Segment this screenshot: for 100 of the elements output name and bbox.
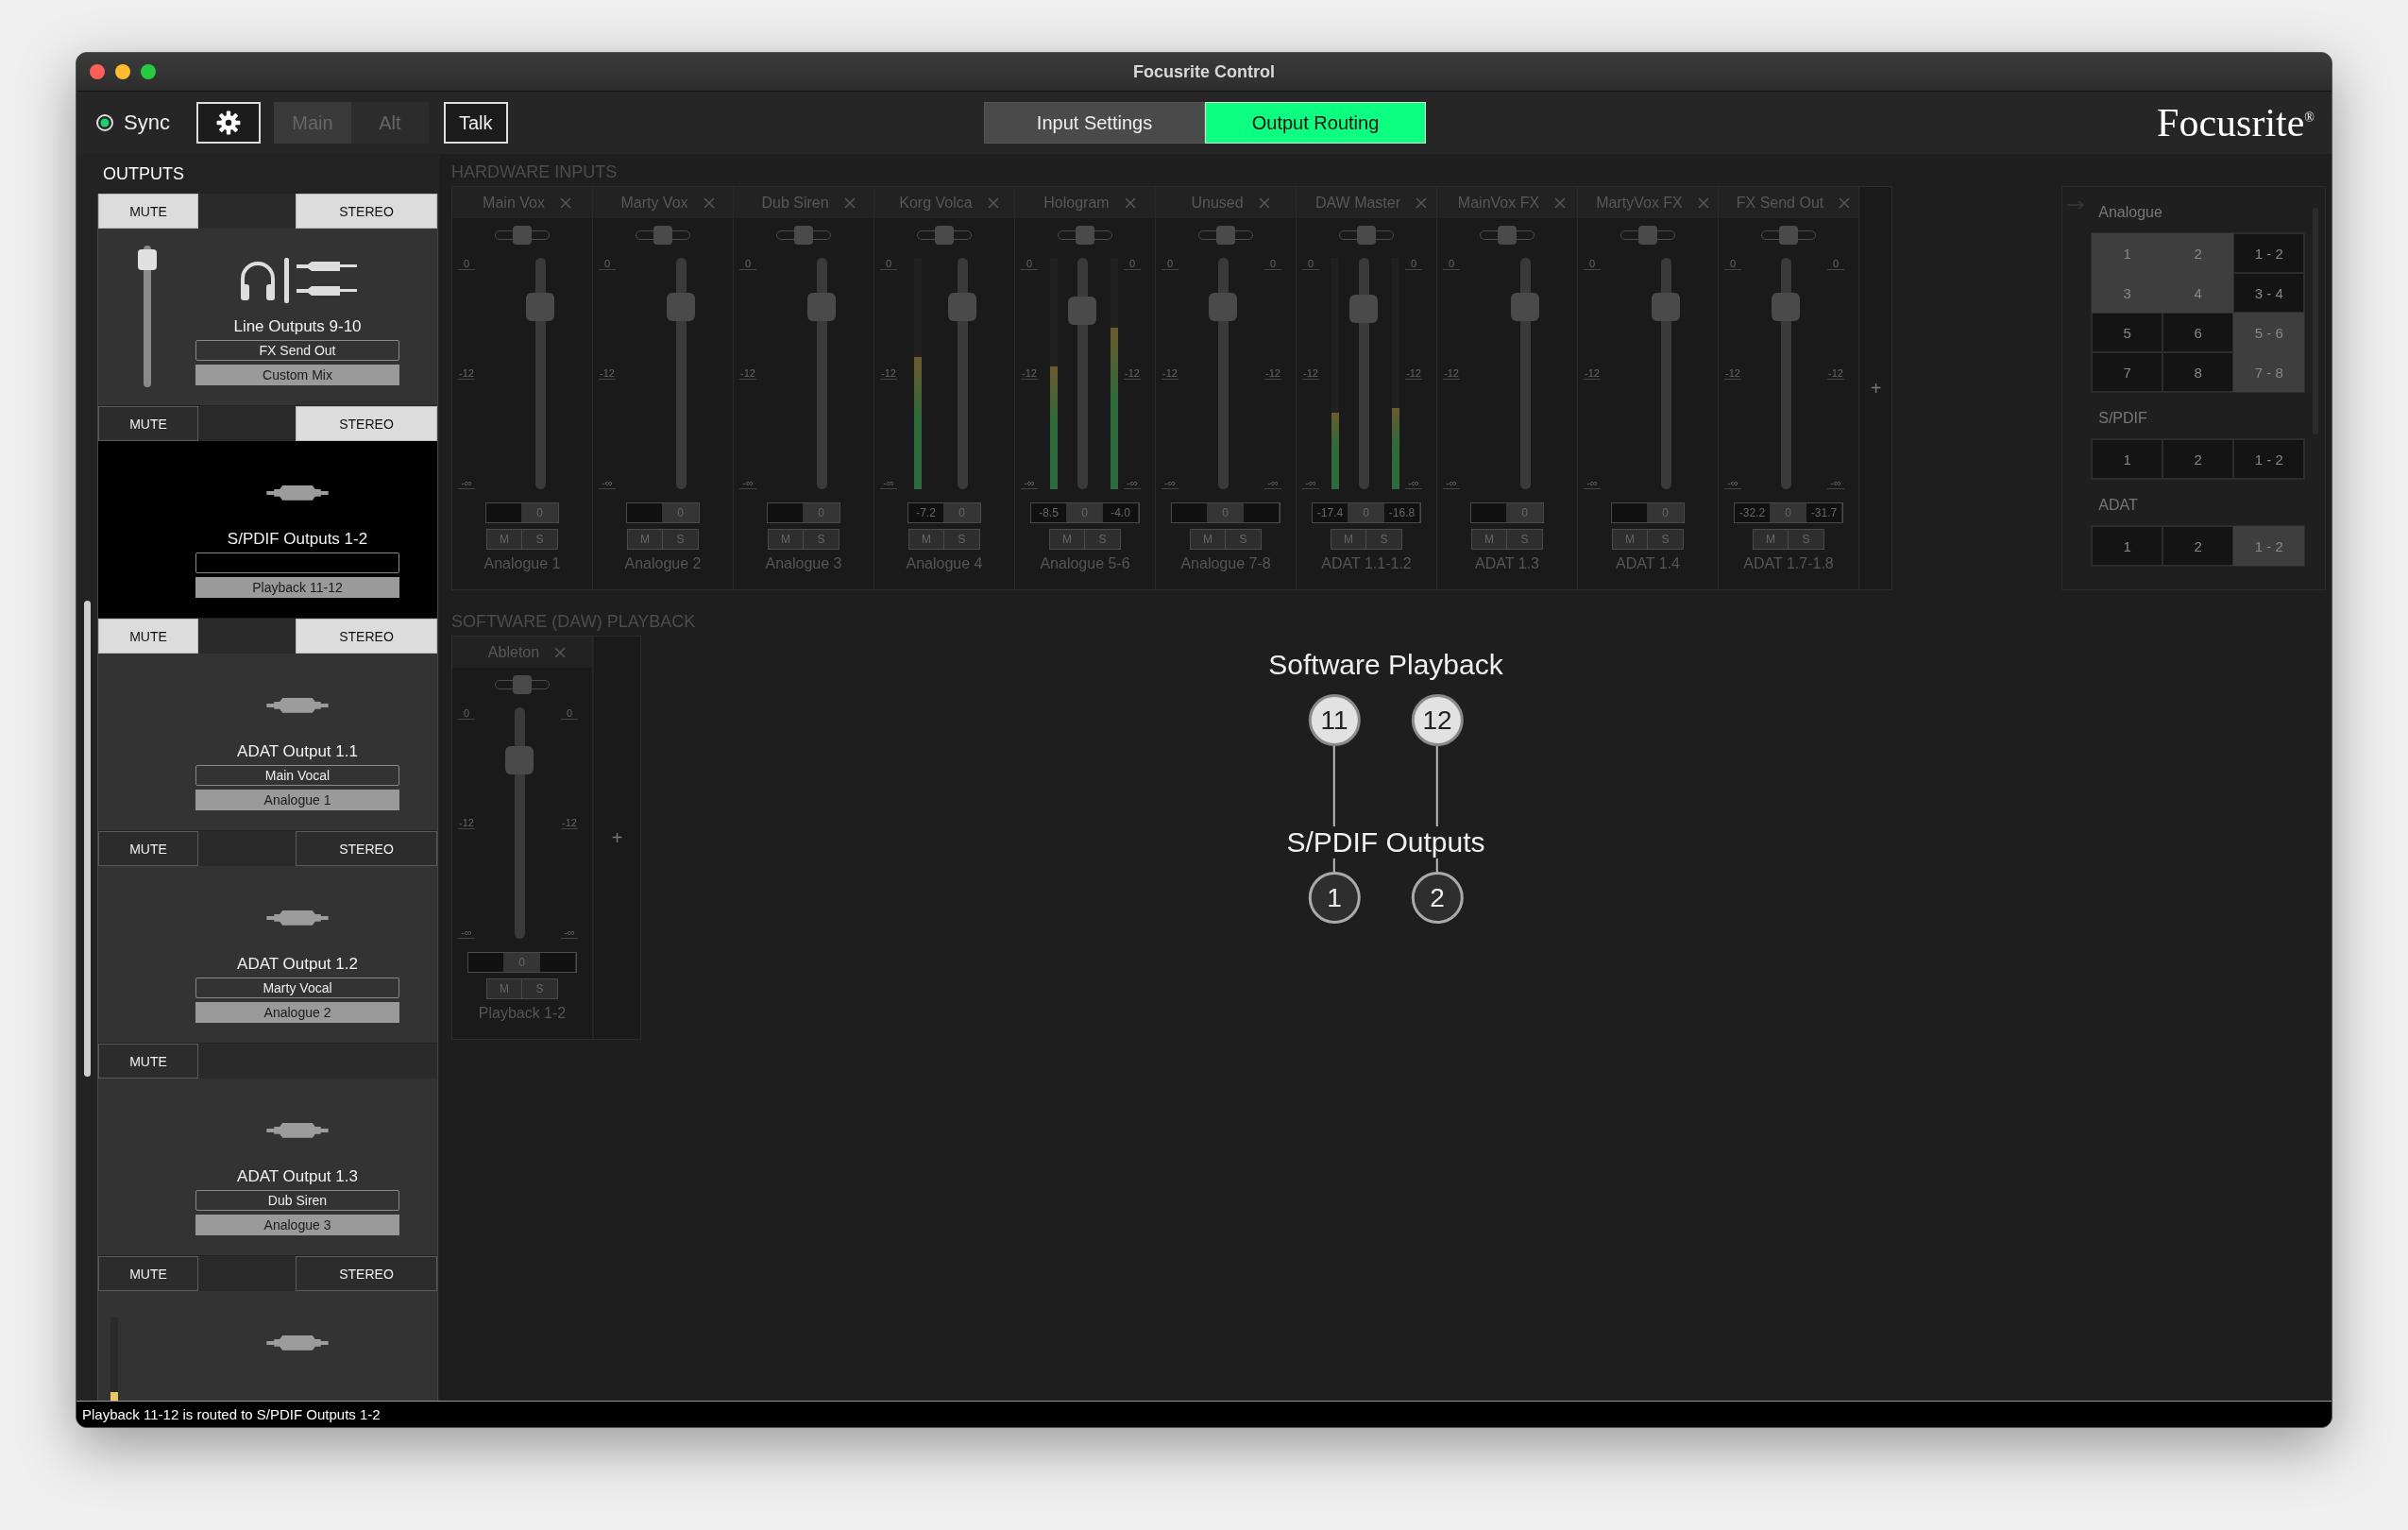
input-option[interactable]: 1 — [2092, 233, 2163, 273]
input-option[interactable]: 2 — [2162, 526, 2234, 566]
mix-selector[interactable]: Playback 11-12 — [195, 577, 399, 598]
sync-indicator[interactable]: Sync — [95, 110, 170, 135]
input-option[interactable]: 1 - 2 — [2233, 526, 2305, 566]
input-option[interactable]: 7 - 8 — [2233, 352, 2305, 392]
close-icon[interactable] — [554, 646, 567, 658]
mute-button[interactable]: MUTE — [98, 406, 198, 441]
input-option[interactable]: 2 — [2162, 233, 2234, 273]
fader-thumb[interactable] — [526, 292, 554, 321]
mute-button[interactable]: MUTE — [98, 831, 198, 866]
output-card[interactable]: ADAT Output 1.2 Marty Vocal Analogue 2 — [98, 866, 437, 1044]
input-option[interactable]: 7 — [2092, 352, 2163, 392]
close-icon[interactable] — [559, 196, 571, 209]
scale-label: -12 — [739, 367, 756, 380]
output-card[interactable]: Line Outputs 9-10 FX Send Out Custom Mix — [98, 229, 437, 406]
pan-thumb[interactable] — [1638, 226, 1657, 245]
close-icon[interactable] — [843, 196, 856, 209]
tab[interactable]: Output Routing — [1205, 102, 1426, 144]
input-option[interactable]: 1 - 2 — [2233, 439, 2305, 479]
volume-slider[interactable] — [137, 246, 157, 387]
zoom-button[interactable] — [141, 64, 156, 79]
fader-thumb[interactable] — [1511, 292, 1539, 321]
input-option[interactable]: 8 — [2162, 352, 2234, 392]
scrollbar-thumb[interactable] — [83, 601, 91, 1077]
scale-label: -∞ — [739, 477, 756, 489]
scale-label: 0 — [1162, 258, 1179, 270]
pan-thumb[interactable] — [653, 226, 672, 245]
gear-icon — [215, 110, 241, 135]
input-option[interactable]: 3 - 4 — [2233, 273, 2305, 313]
pan-thumb[interactable] — [1357, 226, 1376, 245]
stereo-button[interactable]: STEREO — [296, 1256, 437, 1291]
input-option[interactable]: 4 — [2162, 273, 2234, 313]
fader-thumb[interactable] — [1772, 292, 1800, 321]
minimize-button[interactable] — [115, 64, 130, 79]
stereo-button[interactable]: STEREO — [296, 619, 437, 654]
slider-thumb[interactable] — [137, 248, 157, 270]
peak-readout: -7.2 — [908, 503, 944, 522]
scale-label: -∞ — [458, 477, 475, 489]
mix-selector[interactable]: Analogue 2 — [195, 1002, 399, 1023]
close-icon[interactable] — [1697, 196, 1709, 209]
input-option[interactable]: 5 — [2092, 313, 2163, 352]
fader-thumb[interactable] — [1652, 292, 1680, 321]
scale-label: 0 — [1724, 258, 1741, 270]
fader-thumb[interactable] — [1349, 294, 1378, 323]
scale-label: -∞ — [458, 926, 475, 939]
mute-button[interactable]: MUTE — [98, 619, 198, 654]
mute-button[interactable]: MUTE — [98, 1044, 198, 1079]
input-option[interactable]: 1 — [2092, 526, 2163, 566]
output-card[interactable]: ADAT Output 1.3 Dub Siren Analogue 3 — [98, 1079, 437, 1256]
scale-label: 0 — [1443, 258, 1460, 270]
close-icon[interactable] — [1839, 196, 1851, 209]
fader-thumb[interactable] — [1068, 296, 1096, 325]
input-option[interactable]: 1 - 2 — [2233, 233, 2305, 273]
output-card[interactable]: ADAT Output 1.1 Main Vocal Analogue 1 — [98, 654, 437, 831]
close-icon[interactable] — [987, 196, 999, 209]
input-option[interactable]: 2 — [2162, 439, 2234, 479]
scale-label: 0 — [1827, 258, 1844, 270]
stereo-button[interactable]: STEREO — [296, 406, 437, 441]
pan-thumb[interactable] — [1498, 226, 1517, 245]
connector-icon — [266, 1334, 329, 1352]
add-button[interactable]: + — [593, 637, 640, 1039]
fader-thumb[interactable] — [505, 745, 534, 774]
input-option[interactable]: 1 — [2092, 439, 2163, 479]
input-option[interactable]: 5 - 6 — [2233, 313, 2305, 352]
input-option[interactable]: 3 — [2092, 273, 2163, 313]
pan-thumb[interactable] — [513, 226, 532, 245]
mix-selector[interactable]: Analogue 1 — [195, 790, 399, 810]
tab[interactable]: Input Settings — [984, 102, 1205, 144]
add-button[interactable]: + — [1859, 187, 1891, 589]
close-icon[interactable] — [703, 196, 715, 209]
stereo-button[interactable]: STEREO — [296, 194, 437, 229]
fader-thumb[interactable] — [807, 292, 836, 321]
settings-button[interactable] — [195, 102, 261, 144]
output-card[interactable]: S/PDIF Outputs 1-2 Playback 11-12 — [98, 441, 437, 619]
close-icon[interactable] — [1416, 196, 1428, 209]
mute-button[interactable]: MUTE — [98, 194, 198, 229]
mute-button[interactable]: MUTE — [98, 1256, 198, 1291]
pan-thumb[interactable] — [794, 226, 813, 245]
pan-thumb[interactable] — [1779, 226, 1798, 245]
pan-thumb[interactable] — [1216, 226, 1235, 245]
input-option[interactable]: 6 — [2162, 313, 2234, 352]
close-icon[interactable] — [1258, 196, 1270, 209]
stereo-button[interactable]: STEREO — [296, 831, 437, 866]
close-button[interactable] — [90, 64, 105, 79]
mix-selector[interactable]: Custom Mix — [195, 365, 399, 385]
close-icon[interactable] — [1124, 196, 1136, 209]
pan-thumb[interactable] — [1076, 226, 1094, 245]
pan-thumb[interactable] — [513, 675, 532, 694]
fader-thumb[interactable] — [667, 292, 695, 321]
close-icon[interactable] — [1554, 196, 1567, 209]
fader-thumb[interactable] — [948, 292, 976, 321]
fader-thumb[interactable] — [1209, 292, 1237, 321]
window-title: Focusrite Control — [1133, 61, 1275, 82]
input-name: Analogue 3 — [765, 555, 842, 572]
talk-button[interactable]: Talk — [443, 102, 508, 144]
channel-node: 1 — [1308, 872, 1361, 924]
mix-selector[interactable]: Analogue 3 — [195, 1215, 399, 1235]
output-name: ADAT Output 1.1 — [237, 742, 358, 761]
pan-thumb[interactable] — [935, 226, 954, 245]
